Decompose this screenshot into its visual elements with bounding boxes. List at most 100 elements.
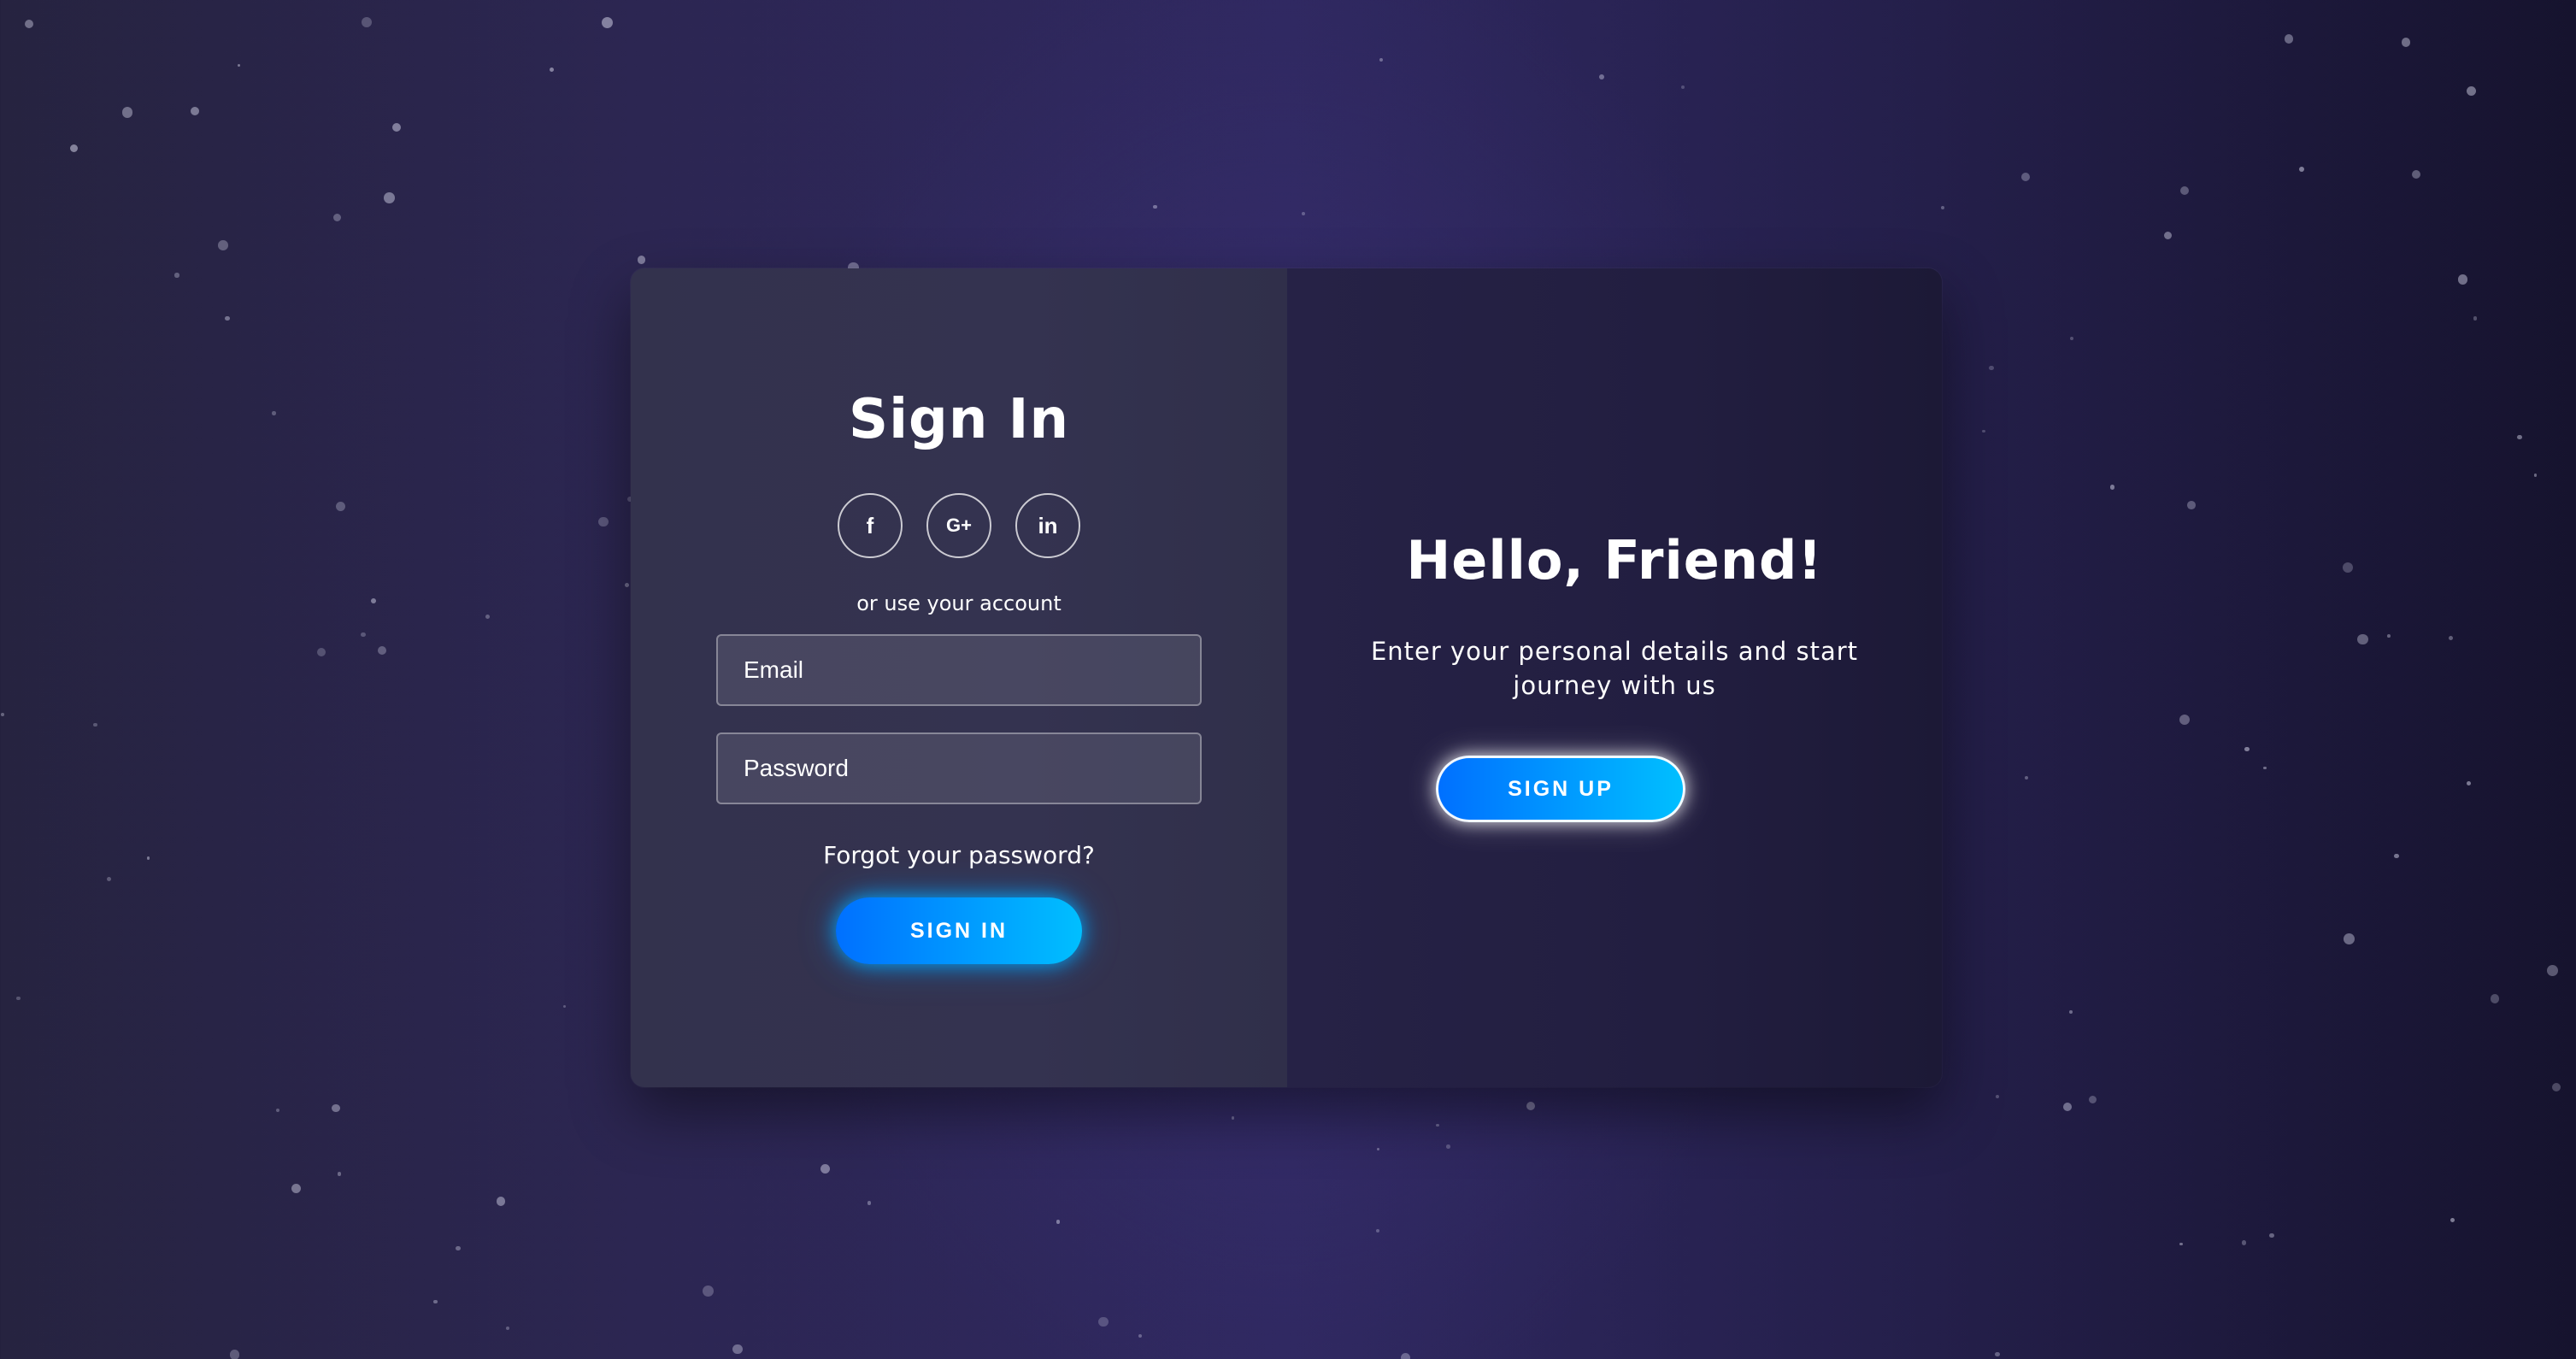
auth-card: Sign In f G+ in or use your account Emai… xyxy=(631,268,1942,1087)
star-dot xyxy=(1153,204,1157,209)
star-dot xyxy=(275,1108,280,1112)
star-dot xyxy=(24,20,33,29)
star-dot xyxy=(2517,434,2522,440)
star-dot xyxy=(107,876,112,881)
star-dot xyxy=(624,583,629,587)
star-dot xyxy=(371,598,377,603)
star-dot xyxy=(335,501,345,512)
hello-title: Hello, Friend! xyxy=(1406,529,1823,591)
forgot-password-link[interactable]: Forgot your password? xyxy=(631,841,1287,869)
star-dot xyxy=(2020,173,2030,182)
star-dot xyxy=(2088,1095,2097,1103)
star-dot xyxy=(1526,1102,1536,1111)
star-dot xyxy=(1940,205,1945,210)
star-dot xyxy=(2450,1217,2455,1222)
star-dot xyxy=(637,256,646,264)
star-dot xyxy=(2242,1240,2247,1245)
email-field[interactable]: Email xyxy=(716,634,1202,706)
star-dot xyxy=(2179,186,2190,196)
star-dot xyxy=(2457,274,2468,285)
star-dot xyxy=(2551,1083,2561,1092)
star-dot xyxy=(1376,1147,1379,1150)
sign-up-subtitle: Enter your personal details and start jo… xyxy=(1287,634,1942,703)
star-dot xyxy=(229,1350,240,1359)
star-dot xyxy=(601,16,613,28)
star-dot xyxy=(1446,1144,1450,1149)
star-dot xyxy=(69,144,78,153)
star-dot xyxy=(549,67,555,72)
star-dot xyxy=(146,856,150,860)
star-dot xyxy=(2163,231,2172,239)
sign-in-title: Sign In xyxy=(848,388,1070,451)
password-field[interactable]: Password xyxy=(716,732,1202,804)
star-dot xyxy=(2298,167,2304,173)
star-dot xyxy=(1098,1316,1109,1327)
star-dot xyxy=(174,273,179,278)
star-dot xyxy=(2284,33,2294,44)
star-dot xyxy=(505,1326,510,1331)
star-dot xyxy=(225,315,231,321)
star-dot xyxy=(1982,429,1985,432)
star-dot xyxy=(1995,1351,2000,1357)
subtitle-line-2: journey with us xyxy=(1513,671,1716,700)
star-dot xyxy=(333,213,342,222)
star-dot xyxy=(1680,85,1685,90)
facebook-button[interactable]: f xyxy=(838,493,903,558)
sign-up-button[interactable]: SIGN UP xyxy=(1436,756,1685,822)
star-dot xyxy=(1989,365,1994,371)
star-dot xyxy=(384,192,395,203)
star-dot xyxy=(2394,854,2399,859)
star-dot xyxy=(237,63,240,67)
star-dot xyxy=(1995,1095,2000,1099)
star-dot xyxy=(2244,746,2250,751)
star-dot xyxy=(2179,714,2190,725)
linkedin-button[interactable]: in xyxy=(1015,493,1080,558)
star-dot xyxy=(1231,1116,1234,1120)
star-dot xyxy=(2402,38,2411,47)
star-dot xyxy=(190,106,199,116)
star-dot xyxy=(16,996,21,1000)
social-login-row: f G+ in xyxy=(631,493,1287,558)
star-dot xyxy=(1379,57,1384,62)
facebook-icon: f xyxy=(866,512,874,538)
star-dot xyxy=(272,411,276,415)
star-dot xyxy=(392,122,402,132)
or-use-account-text: or use your account xyxy=(856,591,1062,615)
star-dot xyxy=(332,1103,340,1113)
star-dot xyxy=(2109,484,2115,490)
star-dot xyxy=(291,1184,301,1193)
star-dot xyxy=(218,240,228,250)
star-dot xyxy=(2342,562,2353,574)
subtitle-line-1: Enter your personal details and start xyxy=(1370,637,1859,666)
star-dot xyxy=(598,516,609,527)
star-dot xyxy=(702,1285,714,1297)
star-dot xyxy=(485,614,490,619)
star-dot xyxy=(2024,775,2029,780)
star-dot xyxy=(317,647,326,657)
star-dot xyxy=(2269,1233,2274,1238)
star-dot xyxy=(2070,336,2074,340)
star-dot xyxy=(2547,965,2559,976)
star-dot xyxy=(2467,85,2477,96)
email-placeholder: Email xyxy=(744,656,804,683)
star-dot xyxy=(2411,169,2420,179)
star-dot xyxy=(820,1163,831,1174)
star-dot xyxy=(2179,1243,2183,1246)
star-dot xyxy=(2466,781,2471,786)
sign-in-button[interactable]: SIGN IN xyxy=(836,897,1082,964)
password-placeholder: Password xyxy=(744,755,849,781)
star-dot xyxy=(362,16,373,27)
google-plus-icon: G+ xyxy=(946,515,972,536)
star-dot xyxy=(2263,767,2267,770)
star-dot xyxy=(2490,994,2500,1003)
google-plus-button[interactable]: G+ xyxy=(926,493,991,558)
star-dot xyxy=(497,1197,506,1206)
star-dot xyxy=(2357,633,2368,645)
star-dot xyxy=(337,1172,342,1176)
star-dot xyxy=(432,1299,438,1304)
star-dot xyxy=(1375,1228,1379,1233)
star-dot xyxy=(1056,1220,1061,1224)
star-dot xyxy=(1436,1123,1440,1127)
star-dot xyxy=(2344,933,2355,945)
star-dot xyxy=(2186,501,2196,510)
